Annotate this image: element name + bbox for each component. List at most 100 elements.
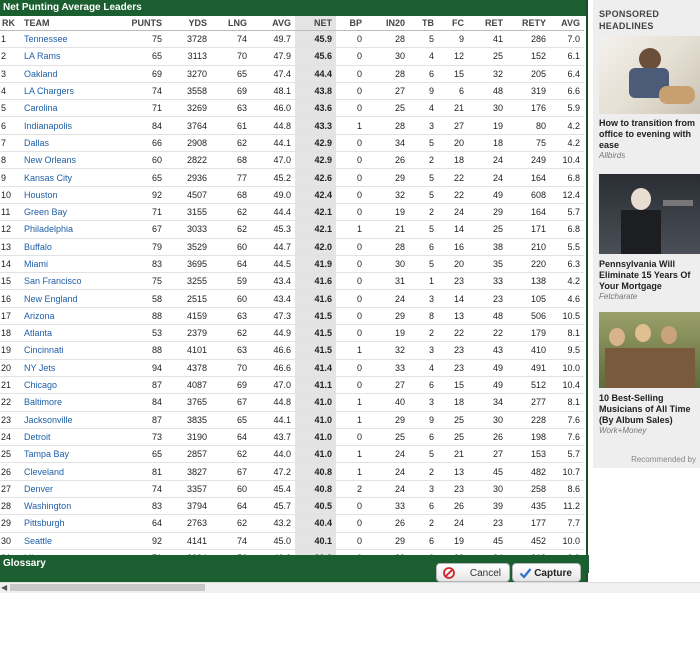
cell-ret: 33 — [468, 272, 507, 291]
cell-net: 43.3 — [295, 116, 336, 135]
cancel-button[interactable]: Cancel — [436, 563, 510, 582]
col-header-rety[interactable]: RETY — [507, 16, 550, 31]
cell-tb: 2 — [409, 462, 438, 481]
scrollbar-thumb[interactable] — [10, 584, 205, 591]
col-header-bp[interactable]: BP — [336, 16, 366, 31]
cell-team[interactable]: Carolina — [22, 99, 114, 118]
col-header-in20[interactable]: IN20 — [366, 16, 409, 31]
cell-ret-avg: 10.5 — [550, 307, 584, 326]
cell-team[interactable]: Houston — [22, 186, 114, 204]
cell-yds: 3764 — [166, 116, 211, 135]
cell-bp: 0 — [336, 186, 366, 204]
ad-image-band[interactable] — [599, 312, 700, 388]
table-row: 20 NY Jets 94 4378 70 46.6 41.4 0 33 4 23 49 491 10.0 — [0, 359, 584, 377]
cell-in20: 31 — [366, 272, 409, 291]
cell-team[interactable]: Philadelphia — [22, 220, 114, 239]
cell-team[interactable]: Denver — [22, 480, 114, 499]
col-header-punts[interactable]: PUNTS — [114, 16, 166, 31]
cell-team[interactable]: Indianapolis — [22, 116, 114, 135]
horizontal-scrollbar[interactable]: ◀ — [0, 582, 700, 593]
col-header-avg[interactable]: AVG — [251, 16, 295, 31]
col-header-ret-avg[interactable]: AVG — [550, 16, 584, 31]
cell-team[interactable]: Arizona — [22, 307, 114, 326]
col-header-rk[interactable]: RK — [0, 16, 22, 31]
cell-punts: 84 — [114, 393, 166, 412]
cell-team[interactable]: LA Rams — [22, 47, 114, 66]
ad-title-2[interactable]: Pennsylvania Will Eliminate 15 Years Of … — [599, 259, 700, 292]
cell-bp: 0 — [336, 30, 366, 49]
col-header-fc[interactable]: FC — [438, 16, 468, 31]
cell-tb: 6 — [409, 238, 438, 256]
ad-card-3[interactable]: 10 Best-Selling Musicians of All Time (B… — [599, 312, 700, 436]
cell-team[interactable]: Green Bay — [22, 203, 114, 222]
col-header-yds[interactable]: YDS — [166, 16, 211, 31]
cell-team[interactable]: Cincinnati — [22, 341, 114, 360]
cell-team[interactable]: LA Chargers — [22, 82, 114, 101]
capture-button[interactable]: Capture — [512, 563, 581, 582]
ad-title-3[interactable]: 10 Best-Selling Musicians of All Time (B… — [599, 393, 700, 426]
cell-avg: 47.9 — [251, 47, 295, 66]
cell-net: 42.6 — [295, 168, 336, 187]
cell-punts: 92 — [114, 532, 166, 550]
cell-yds: 3155 — [166, 203, 211, 222]
cell-rk: 26 — [0, 462, 22, 481]
cell-in20: 25 — [366, 99, 409, 118]
cell-bp: 1 — [336, 445, 366, 464]
cell-team[interactable]: Jacksonville — [22, 411, 114, 429]
cell-team[interactable]: New England — [22, 289, 114, 308]
cell-team[interactable]: Atlanta — [22, 324, 114, 343]
cell-team[interactable]: Oakland — [22, 65, 114, 83]
cell-rety: 491 — [507, 359, 550, 377]
cell-team[interactable]: Tampa Bay — [22, 445, 114, 464]
col-header-team[interactable]: TEAM — [22, 16, 114, 31]
cell-net: 40.5 — [295, 497, 336, 516]
cell-team[interactable]: Dallas — [22, 134, 114, 153]
cell-team[interactable]: Washington — [22, 497, 114, 516]
ad-image-speaker[interactable] — [599, 174, 700, 254]
cell-tb: 3 — [409, 116, 438, 135]
cell-team[interactable]: Baltimore — [22, 393, 114, 412]
cell-team[interactable]: New Orleans — [22, 151, 114, 170]
cell-team[interactable]: Miami — [22, 255, 114, 274]
recommended-by[interactable]: Recommended by — [631, 455, 696, 464]
cell-avg: 49.7 — [251, 30, 295, 49]
ad-source-1: Allbirds — [599, 151, 626, 160]
cell-ret-avg: 6.6 — [550, 82, 584, 101]
col-header-net[interactable]: NET — [295, 16, 336, 31]
cell-team[interactable]: Detroit — [22, 428, 114, 447]
cell-team[interactable]: Cleveland — [22, 462, 114, 481]
cell-punts: 67 — [114, 220, 166, 239]
cell-ret: 30 — [468, 411, 507, 429]
cell-ret: 23 — [468, 514, 507, 533]
cell-team[interactable]: Seattle — [22, 532, 114, 550]
cell-tb: 5 — [409, 186, 438, 204]
cell-team[interactable]: Buffalo — [22, 238, 114, 256]
table-row: 13 Buffalo 79 3529 60 44.7 42.0 0 28 6 16 38 210 5.5 — [0, 238, 584, 256]
ad-card-2[interactable]: Pennsylvania Will Eliminate 15 Years Of … — [599, 174, 700, 302]
cell-rk: 12 — [0, 220, 22, 239]
table-row: 23 Jacksonville 87 3835 65 44.1 41.0 1 29 9 25 30 22… — [0, 411, 584, 429]
cell-fc: 23 — [438, 359, 468, 377]
ad-image-woman-chair[interactable] — [599, 36, 700, 114]
cell-punts: 60 — [114, 151, 166, 170]
cell-bp: 0 — [336, 497, 366, 516]
scroll-left-arrow-icon[interactable]: ◀ — [1, 583, 7, 593]
cell-team[interactable]: Pittsburgh — [22, 514, 114, 533]
cell-fc: 13 — [438, 307, 468, 326]
ad-title-1[interactable]: How to transition from office to evening… — [599, 118, 700, 151]
col-header-ret[interactable]: RET — [468, 16, 507, 31]
cell-team[interactable]: San Francisco — [22, 272, 114, 291]
ad-card-1[interactable]: How to transition from office to evening… — [599, 36, 700, 161]
cell-team[interactable]: NY Jets — [22, 359, 114, 377]
col-header-lng[interactable]: LNG — [211, 16, 251, 31]
cell-yds: 2936 — [166, 168, 211, 187]
cell-avg: 43.7 — [251, 428, 295, 447]
col-header-tb[interactable]: TB — [409, 16, 438, 31]
cell-team[interactable]: Chicago — [22, 376, 114, 395]
cell-ret-avg: 10.4 — [550, 376, 584, 395]
cell-team[interactable]: Tennessee — [22, 30, 114, 49]
cell-avg: 44.4 — [251, 203, 295, 222]
cell-team[interactable]: Kansas City — [22, 168, 114, 187]
cell-punts: 65 — [114, 47, 166, 66]
table-row: 15 San Francisco 75 3255 59 43.4 41.6 0 31 1 23 33 1… — [0, 272, 584, 291]
